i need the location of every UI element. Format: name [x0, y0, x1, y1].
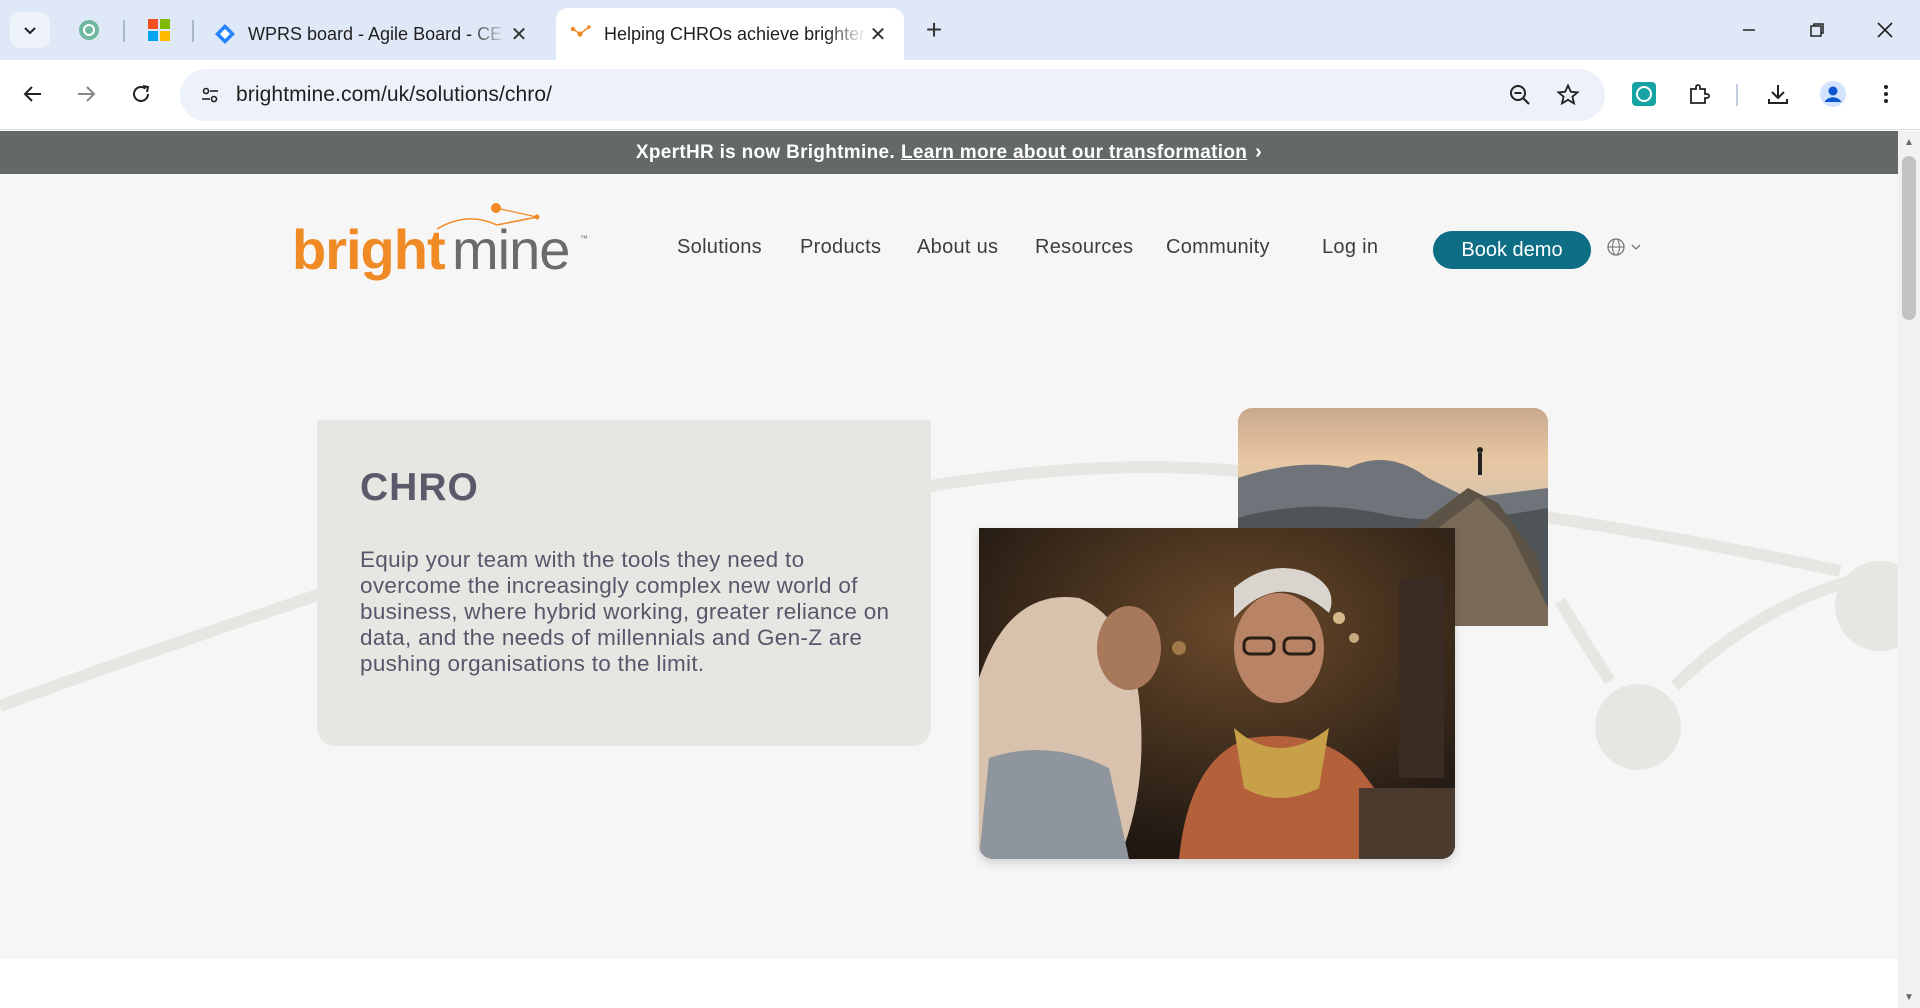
arrow-left-icon — [23, 86, 41, 102]
language-selector[interactable] — [1606, 237, 1642, 257]
nav-resources[interactable]: Resources — [1035, 236, 1133, 259]
url-text[interactable]: brightmine.com/uk/solutions/chro/ — [236, 83, 552, 107]
chatgpt-extension-icon — [1632, 82, 1656, 106]
close-tab-icon[interactable]: ✕ — [866, 22, 890, 46]
restore-button[interactable] — [1794, 10, 1840, 50]
svg-text:™: ™ — [580, 234, 588, 243]
page-viewport: XpertHR is now Brightmine. Learn more ab… — [0, 131, 1898, 1008]
tab-separator — [123, 20, 125, 42]
chevron-right-icon[interactable]: › — [1255, 141, 1262, 164]
restore-icon — [1810, 23, 1824, 37]
browser-window: WPRS board - Agile Board - CE ✕ Helping … — [0, 0, 1920, 1008]
extensions-menu-button[interactable] — [1679, 74, 1719, 114]
chevron-down-icon — [1631, 244, 1641, 250]
forward-button[interactable] — [66, 74, 106, 114]
tab-jira[interactable]: WPRS board - Agile Board - CE ✕ — [200, 8, 545, 60]
page-scrollbar[interactable]: ▲ ▼ — [1898, 131, 1920, 1008]
tab-brightmine[interactable]: Helping CHROs achieve brighter ✕ — [556, 8, 904, 60]
download-icon — [1768, 85, 1788, 104]
tab-separator — [192, 20, 194, 42]
nav-about-us[interactable]: About us — [917, 236, 998, 259]
arrow-right-icon — [78, 86, 96, 102]
puzzle-icon — [1690, 84, 1710, 104]
pinned-tab-microsoft[interactable] — [143, 14, 175, 46]
nav-community[interactable]: Community — [1166, 236, 1270, 259]
minimize-button[interactable] — [1726, 10, 1772, 50]
svg-text:bright: bright — [292, 218, 445, 281]
close-icon — [1877, 22, 1893, 38]
avatar-icon — [1820, 81, 1846, 107]
more-vertical-icon — [1884, 85, 1888, 103]
brightmine-logo[interactable]: bright mine ™ — [292, 201, 592, 281]
colleagues-photo — [979, 528, 1455, 859]
tab-title: WPRS board - Agile Board - CE — [248, 23, 503, 44]
reload-button[interactable] — [121, 74, 161, 114]
reload-icon — [133, 85, 150, 102]
new-tab-button[interactable]: + — [918, 14, 950, 46]
bookmark-button[interactable] — [1552, 79, 1584, 111]
announcement-banner: XpertHR is now Brightmine. Learn more ab… — [0, 131, 1898, 174]
address-bar[interactable]: brightmine.com/uk/solutions/chro/ — [180, 69, 1605, 121]
scroll-up-arrow-icon[interactable]: ▲ — [1902, 135, 1916, 149]
decorative-network-lines — [0, 461, 1898, 770]
extension-button[interactable] — [1624, 74, 1664, 114]
login-link[interactable]: Log in — [1322, 236, 1378, 259]
close-tab-icon[interactable]: ✕ — [507, 22, 531, 46]
minimize-icon — [1743, 29, 1755, 31]
next-section — [0, 959, 1898, 1008]
chatgpt-icon — [79, 20, 99, 40]
pinned-tab-chatgpt[interactable] — [73, 14, 105, 46]
hero-title: CHRO — [360, 466, 479, 509]
close-window-button[interactable] — [1862, 10, 1908, 50]
jira-diamond-icon — [215, 24, 235, 44]
site-info-button[interactable] — [192, 77, 228, 113]
toolbar-separator — [1736, 84, 1738, 106]
hero-card: CHRO Equip your team with the tools they… — [317, 420, 931, 746]
downloads-button[interactable] — [1758, 74, 1798, 114]
globe-icon — [1607, 238, 1625, 256]
banner-link[interactable]: Learn more about our transformation — [901, 142, 1247, 164]
zoom-out-icon — [1510, 85, 1530, 105]
tune-icon — [202, 87, 218, 103]
chevron-down-icon — [24, 27, 36, 35]
banner-text: XpertHR is now Brightmine. — [635, 141, 895, 163]
svg-text:mine: mine — [452, 218, 569, 281]
tab-search-button[interactable] — [10, 12, 50, 48]
scroll-thumb[interactable] — [1902, 156, 1916, 320]
browser-menu-button[interactable] — [1866, 74, 1906, 114]
scroll-down-arrow-icon[interactable]: ▼ — [1902, 990, 1916, 1004]
profile-button[interactable] — [1813, 74, 1853, 114]
hero-description: Equip your team with the tools they need… — [360, 547, 890, 676]
microsoft-icon — [148, 19, 170, 41]
zoom-button[interactable] — [1504, 79, 1536, 111]
brightmine-favicon — [570, 25, 591, 37]
star-icon — [1556, 83, 1580, 106]
book-demo-button[interactable]: Book demo — [1433, 231, 1591, 269]
nav-solutions[interactable]: Solutions — [677, 236, 762, 259]
nav-products[interactable]: Products — [800, 236, 881, 259]
tab-strip: WPRS board - Agile Board - CE ✕ Helping … — [0, 0, 1920, 60]
tab-title: Helping CHROs achieve brighter — [604, 23, 866, 44]
browser-toolbar: brightmine.com/uk/solutions/chro/ — [0, 60, 1920, 130]
back-button[interactable] — [13, 74, 53, 114]
